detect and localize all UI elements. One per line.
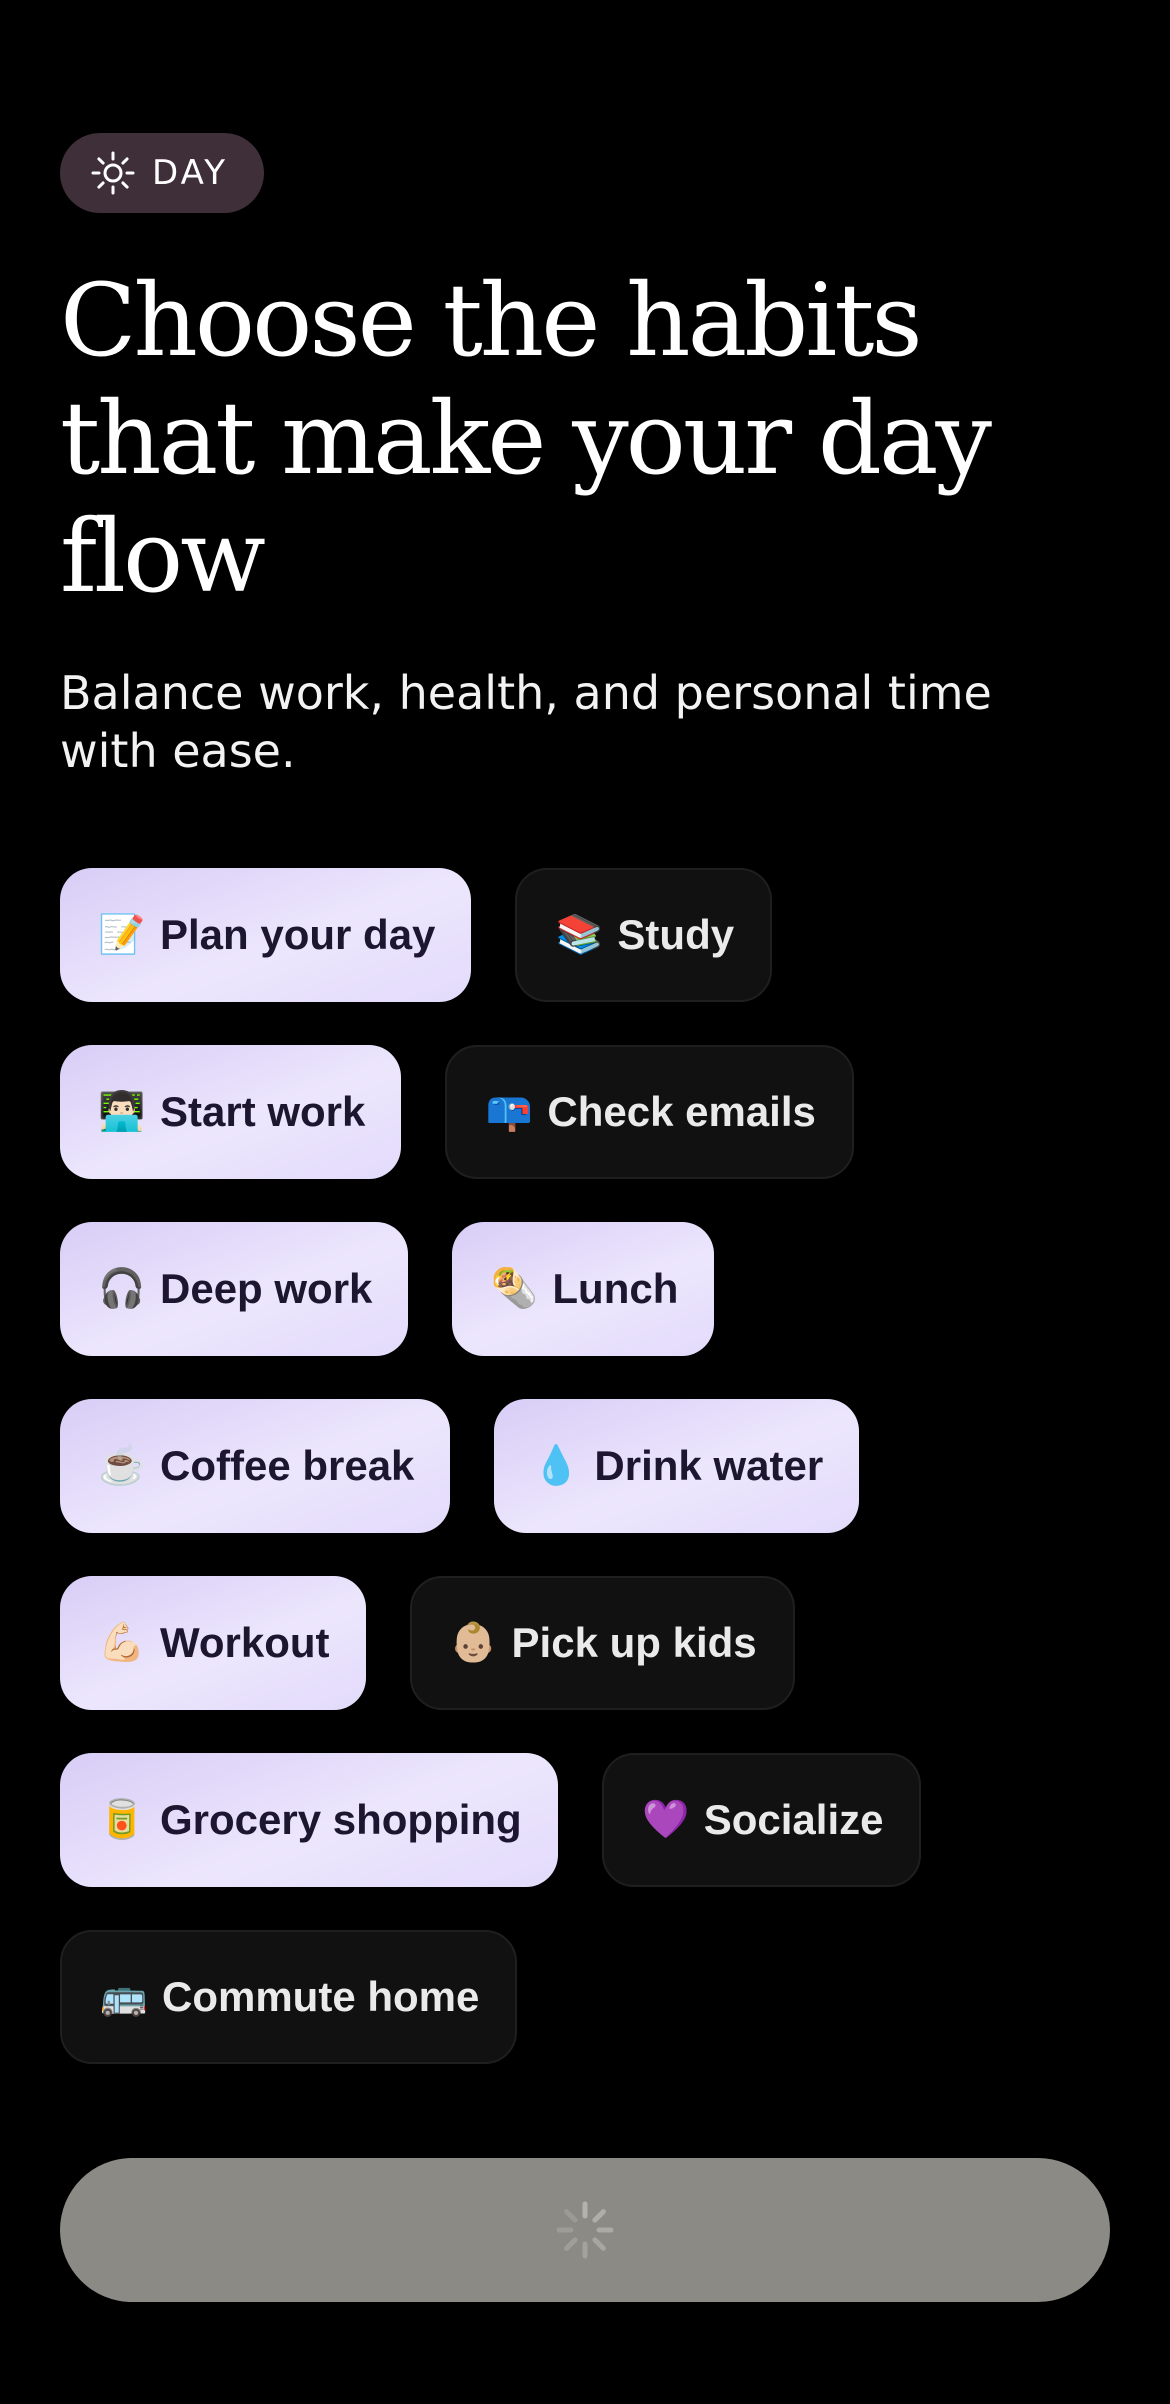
- habit-emoji-icon: 💜: [642, 1799, 690, 1841]
- habit-chip-workout[interactable]: 💪🏻 Workout: [60, 1576, 366, 1710]
- habit-chip-socialize[interactable]: 💜 Socialize: [601, 1753, 922, 1887]
- habit-chip-plan-your-day[interactable]: 📝 Plan your day: [60, 868, 472, 1002]
- habit-emoji-icon: 💧: [532, 1445, 581, 1487]
- habit-emoji-icon: 💪🏻: [98, 1622, 146, 1664]
- habit-emoji-icon: 📚: [555, 914, 604, 956]
- habit-emoji-icon: 📝: [98, 914, 146, 956]
- habit-chip-grocery-shopping[interactable]: 🥫 Grocery shopping: [60, 1753, 558, 1887]
- habit-emoji-icon: ☕: [98, 1445, 146, 1487]
- spinner-icon: [556, 2201, 614, 2259]
- habit-label: Start work: [160, 1088, 366, 1135]
- habit-label: Grocery shopping: [160, 1796, 522, 1843]
- habit-emoji-icon: 🚌: [100, 1976, 148, 2018]
- continue-button[interactable]: [60, 2158, 1110, 2302]
- habit-chip-lunch[interactable]: 🌯 Lunch: [452, 1222, 715, 1356]
- habit-chip-coffee-break[interactable]: ☕ Coffee break: [60, 1399, 451, 1533]
- habit-chip-deep-work[interactable]: 🎧 Deep work: [60, 1222, 409, 1356]
- habit-emoji-icon: 🥫: [98, 1799, 146, 1841]
- habit-chip-list: 📝 Plan your day 📚 Study 👨🏻‍💻 Start work 📪 Check…: [60, 868, 1110, 2064]
- habit-label: Plan your day: [160, 911, 436, 958]
- habit-label: Commute home: [162, 1973, 480, 2020]
- habit-chip-drink-water[interactable]: 💧 Drink water: [494, 1399, 860, 1533]
- habit-label: Deep work: [160, 1265, 373, 1312]
- habit-label: Study: [617, 911, 735, 958]
- habit-label: Check emails: [547, 1088, 816, 1135]
- habit-label: Pick up kids: [511, 1619, 757, 1666]
- habit-chip-check-emails[interactable]: 📪 Check emails: [445, 1045, 854, 1179]
- habit-emoji-icon: 👶🏼: [449, 1622, 498, 1664]
- habit-chip-start-work[interactable]: 👨🏻‍💻 Start work: [60, 1045, 402, 1179]
- sun-icon: [91, 151, 135, 195]
- day-mode-badge: DAY: [60, 133, 264, 213]
- page-subtitle: Balance work, health, and personal time …: [60, 666, 992, 778]
- habit-emoji-icon: 🌯: [490, 1268, 539, 1310]
- habit-chip-commute-home[interactable]: 🚌 Commute home: [60, 1930, 518, 2064]
- habit-emoji-icon: 👨🏻‍💻: [98, 1091, 146, 1133]
- habit-emoji-icon: 🎧: [98, 1268, 146, 1310]
- habit-label: Lunch: [552, 1265, 679, 1312]
- day-mode-label: DAY: [152, 153, 228, 193]
- habit-label: Drink water: [594, 1442, 824, 1489]
- habit-label: Coffee break: [160, 1442, 415, 1489]
- habit-chip-study[interactable]: 📚 Study: [515, 868, 773, 1002]
- habit-label: Workout: [160, 1619, 330, 1666]
- habit-chip-pick-up-kids[interactable]: 👶🏼 Pick up kids: [409, 1576, 795, 1710]
- habit-emoji-icon: 📪: [485, 1091, 534, 1133]
- page-title: Choose the habits that make your day flo…: [60, 262, 992, 615]
- habit-label: Socialize: [703, 1796, 884, 1843]
